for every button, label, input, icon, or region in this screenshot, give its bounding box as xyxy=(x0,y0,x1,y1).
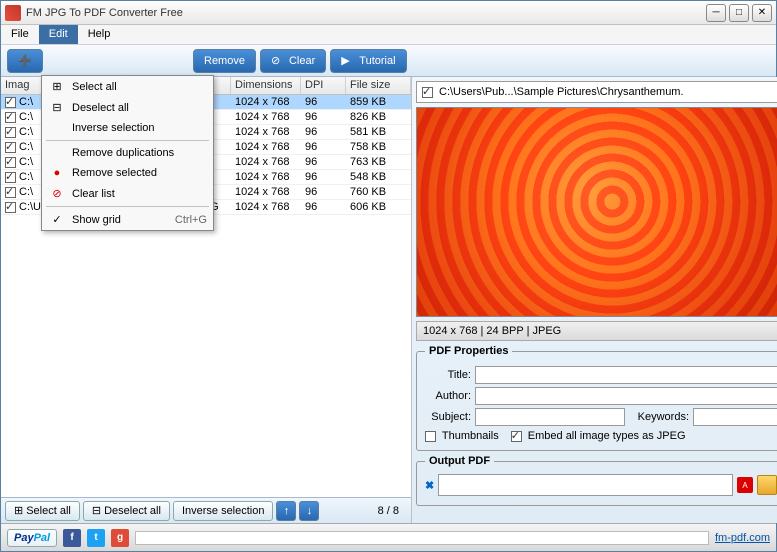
add-button[interactable]: ➕ xyxy=(7,49,43,73)
row-checkbox[interactable] xyxy=(5,202,16,213)
plus-icon: ➕ xyxy=(18,54,32,68)
row-checkbox[interactable] xyxy=(5,127,16,138)
dd-show-grid[interactable]: ✓Show gridCtrl+G xyxy=(42,209,213,230)
clear-icon: ⊘ xyxy=(48,187,66,200)
minimize-button[interactable]: ─ xyxy=(706,4,726,22)
author-input[interactable] xyxy=(475,387,777,405)
titlebar: FM JPG To PDF Converter Free ─ □ ✕ xyxy=(1,1,776,25)
row-checkbox[interactable] xyxy=(5,112,16,123)
toolbar: ➕ Remove ⊘Clear ▶Tutorial xyxy=(1,45,776,77)
row-checkbox[interactable] xyxy=(5,172,16,183)
keywords-label: Keywords: xyxy=(629,411,689,423)
row-checkbox[interactable] xyxy=(5,142,16,153)
preview-check-icon xyxy=(422,87,433,98)
col-dpi[interactable]: DPI xyxy=(301,77,346,94)
col-filesize[interactable]: File size xyxy=(346,77,411,94)
col-dimensions[interactable]: Dimensions xyxy=(231,77,301,94)
select-all-button[interactable]: ⊞Select all xyxy=(5,501,80,521)
deselect-all-icon: ⊟ xyxy=(92,504,101,517)
dd-select-all[interactable]: ⊞Select all xyxy=(42,76,213,97)
edit-dropdown: ⊞Select all ⊟Deselect all Inverse select… xyxy=(41,75,214,231)
dd-remove-selected[interactable]: ●Remove selected xyxy=(42,163,213,183)
paypal-button[interactable]: PayPal xyxy=(7,529,57,547)
play-icon: ▶ xyxy=(341,54,355,68)
move-up-button[interactable]: ↑ xyxy=(276,501,296,521)
preview-pane: C:\Users\Pub...\Sample Pictures\Chrysant… xyxy=(412,77,777,523)
output-pdf-group: Output PDF ✖ A ▶Start xyxy=(416,455,777,506)
maximize-button[interactable]: □ xyxy=(729,4,749,22)
subject-label: Subject: xyxy=(425,411,471,423)
check-icon: ✓ xyxy=(48,213,66,226)
keywords-input[interactable] xyxy=(693,408,777,426)
tutorial-button[interactable]: ▶Tutorial xyxy=(330,49,406,73)
preview-path: C:\Users\Pub...\Sample Pictures\Chrysant… xyxy=(416,81,777,103)
move-down-button[interactable]: ↓ xyxy=(299,501,319,521)
menu-file[interactable]: File xyxy=(1,25,39,44)
menubar: File Edit Help xyxy=(1,25,776,45)
facebook-icon[interactable]: f xyxy=(63,529,81,547)
remove-icon: ● xyxy=(48,167,66,179)
pdf-icon: A xyxy=(737,477,753,493)
author-label: Author: xyxy=(425,390,471,402)
close-button[interactable]: ✕ xyxy=(752,4,772,22)
clear-button[interactable]: ⊘Clear xyxy=(260,49,326,73)
dd-clear-list[interactable]: ⊘Clear list xyxy=(42,183,213,204)
preview-info-bar: 1024 x 768 | 24 BPP | JPEG Scale: 28 % xyxy=(416,321,777,341)
item-counter: 8 / 8 xyxy=(370,505,407,517)
app-icon xyxy=(5,5,21,21)
list-bottom-bar: ⊞Select all ⊟Deselect all Inverse select… xyxy=(1,497,411,523)
output-path-input[interactable] xyxy=(438,474,733,496)
preview-image xyxy=(416,107,777,317)
title-input[interactable] xyxy=(475,366,777,384)
statusbar: PayPal f t g fm-pdf.com xyxy=(1,523,776,551)
delete-output-icon[interactable]: ✖ xyxy=(425,479,434,492)
pdf-properties-group: PDF Properties Title: Author: Subject: K… xyxy=(416,345,777,451)
remove-button[interactable]: Remove xyxy=(193,49,256,73)
clear-icon: ⊘ xyxy=(271,54,285,68)
menu-help[interactable]: Help xyxy=(78,25,121,44)
title-label: Title: xyxy=(425,369,471,381)
dd-inverse[interactable]: Inverse selection xyxy=(42,118,213,138)
browse-folder-button[interactable] xyxy=(757,475,777,495)
row-checkbox[interactable] xyxy=(5,157,16,168)
select-all-icon: ⊞ xyxy=(14,504,23,517)
window-title: FM JPG To PDF Converter Free xyxy=(26,7,706,19)
thumbnails-checkbox[interactable]: Thumbnails xyxy=(425,430,499,442)
deselect-all-button[interactable]: ⊟Deselect all xyxy=(83,501,170,521)
file-list-pane: Imag at Dimensions DPI File size C:\EG10… xyxy=(1,77,412,523)
inverse-button[interactable]: Inverse selection xyxy=(173,501,274,521)
website-link[interactable]: fm-pdf.com xyxy=(715,532,770,544)
row-checkbox[interactable] xyxy=(5,187,16,198)
deselect-all-icon: ⊟ xyxy=(48,101,66,114)
menu-edit[interactable]: Edit xyxy=(39,25,78,44)
progress-bar xyxy=(135,531,709,545)
preview-info-left: 1024 x 768 | 24 BPP | JPEG xyxy=(423,325,561,337)
twitter-icon[interactable]: t xyxy=(87,529,105,547)
googleplus-icon[interactable]: g xyxy=(111,529,129,547)
row-checkbox[interactable] xyxy=(5,97,16,108)
embed-jpeg-checkbox[interactable]: Embed all image types as JPEG xyxy=(511,430,686,442)
subject-input[interactable] xyxy=(475,408,625,426)
dd-remove-dup[interactable]: Remove duplications xyxy=(42,143,213,163)
dd-deselect-all[interactable]: ⊟Deselect all xyxy=(42,97,213,118)
select-all-icon: ⊞ xyxy=(48,80,66,93)
